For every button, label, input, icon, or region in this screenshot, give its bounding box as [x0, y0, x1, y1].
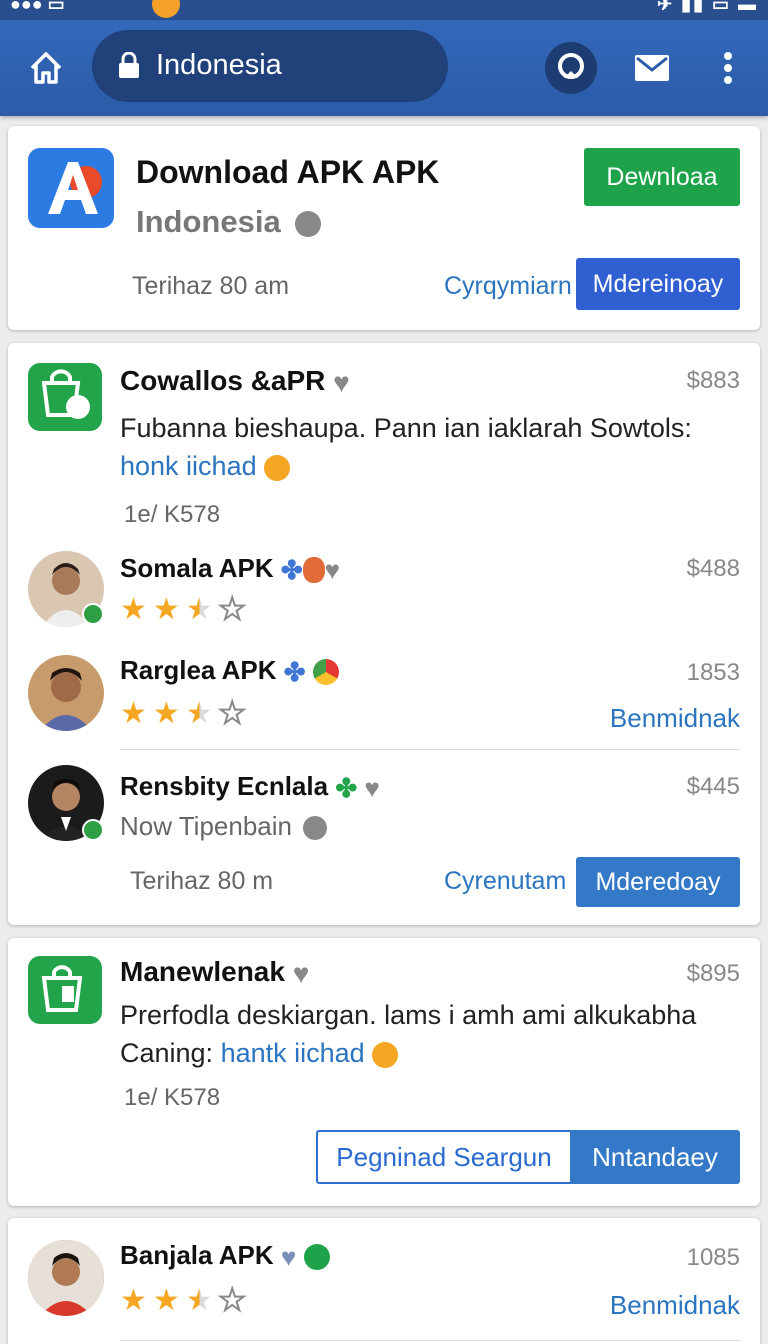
star-half-icon: ★ [185, 593, 213, 626]
app-item-subtitle-text: Now Tipenbain [120, 811, 292, 841]
app-item-title: Somala APK ✤ ♥ [120, 553, 340, 586]
featured-app-subtitle: Indonesia [136, 204, 322, 240]
shop-bag-icon [28, 956, 102, 1024]
notification-icon [152, 0, 180, 18]
green-clover-icon: ✤ [335, 772, 358, 803]
app-item-price: 1853 [686, 659, 740, 686]
lock-icon [119, 52, 139, 78]
promo-meta: 1e/ K578 [124, 1084, 221, 1111]
heart-icon: ♥ [280, 1241, 297, 1272]
star-full-icon: ★ [120, 1284, 147, 1317]
star-empty-icon: ★ [218, 697, 247, 730]
app-title-text: Banjala APK [120, 1240, 274, 1270]
star-full-icon: ★ [120, 697, 147, 730]
app-item-title: Rensbity Ecnlala ✤ ♥ [120, 771, 380, 804]
download-link[interactable]: Benmidnak [610, 1290, 740, 1321]
featured-action-button[interactable]: Mdereinoay [576, 258, 740, 310]
feed-link[interactable]: honk iichad [120, 451, 291, 482]
feed-link-text[interactable]: honk iichad [120, 451, 257, 481]
featured-app-meta: Terihaz 80 am [132, 272, 290, 300]
heart-icon: ♥ [364, 772, 380, 803]
primary-button[interactable]: Nntandaey [570, 1130, 740, 1184]
feed-title: Cowallos &aPR ♥ [120, 365, 350, 399]
heart-shield-icon: ♥ [333, 366, 350, 398]
app-store-icon [28, 148, 114, 228]
address-bar[interactable]: Indonesia [92, 30, 448, 102]
featured-app-region: Indonesia [136, 204, 281, 239]
star-full-icon: ★ [120, 593, 147, 626]
app-item-title-text: Somala APK [120, 553, 274, 583]
promo-link[interactable]: hantk iichad [221, 1038, 365, 1068]
chrome-icon [312, 659, 339, 686]
feed-meta: 1e/ K578 [124, 501, 221, 528]
star-full-icon: ★ [152, 697, 180, 730]
download-link[interactable]: Benmidnak [610, 703, 740, 734]
avatar[interactable] [28, 655, 104, 731]
globe-icon [303, 816, 328, 841]
featured-app-title: Download APK APK [136, 154, 440, 190]
star-full-icon: ★ [152, 1284, 180, 1317]
divider [120, 749, 740, 750]
shield-check-icon [303, 1244, 330, 1271]
app-card: Banjala APK ♥ 1085 ★ ★ ★ ★ Benmidnak [8, 1218, 760, 1344]
app-item-title-text: Rensbity Ecnlala [120, 771, 329, 801]
featured-secondary-link[interactable]: Cyrqymiarn [444, 272, 572, 301]
promo-title-text: Manewlenak [120, 956, 285, 987]
secondary-link[interactable]: Cyrenutam [444, 867, 566, 896]
app-title: Banjala APK ♥ [120, 1240, 330, 1273]
promo-title: Manewlenak ♥ [120, 956, 309, 990]
url-text: Indonesia [156, 49, 282, 81]
surprised-emoji-icon [264, 454, 291, 481]
secondary-button[interactable]: Pegninad Seargun [316, 1130, 572, 1184]
app-item-title-text: Rarglea APK [120, 655, 277, 685]
home-icon[interactable] [26, 48, 66, 88]
feed-card: Cowallos &aPR ♥ $883 Fubanna bieshaupa. … [8, 343, 760, 925]
clover-icon: ✤ [280, 554, 303, 585]
avatar[interactable] [28, 1240, 104, 1316]
star-half-icon: ★ [185, 697, 213, 730]
heart-icon: ♥ [292, 957, 310, 989]
clover-icon: ✤ [283, 656, 306, 687]
lens-icon[interactable] [545, 42, 597, 94]
shop-bag-icon [28, 363, 102, 431]
status-icons: ✈ ▮▮ ▭ ▬ [657, 0, 758, 14]
featured-app-card: Download APK APK Indonesia Terihaz 80 am… [8, 126, 760, 330]
status-bar: ●●● ▭ ✈ ▮▮ ▭ ▬ [0, 0, 768, 20]
promo-card: Manewlenak ♥ $895 Prerfodla deskiargan. … [8, 938, 760, 1206]
app-item-subtitle: Now Tipenbain [120, 811, 328, 842]
star-empty-icon: ★ [218, 1284, 247, 1317]
app-item-title: Rarglea APK ✤ [120, 655, 339, 688]
promo-description: Prerfodla deskiargan. lams i amh ami alk… [120, 1000, 697, 1030]
mail-icon[interactable] [634, 54, 670, 82]
browser-toolbar: Indonesia [0, 20, 768, 116]
promo-desc-prefix: Caning: [120, 1038, 221, 1068]
verified-badge-icon [82, 603, 104, 625]
more-vert-icon[interactable] [716, 50, 740, 86]
app-item-price: $488 [686, 555, 740, 582]
app-item-price: $445 [686, 773, 740, 800]
app-item-meta: Terihaz 80 m [130, 867, 274, 895]
promo-price: $895 [686, 960, 740, 987]
star-full-icon: ★ [152, 593, 180, 626]
feed-description: Fubanna bieshaupa. Pann ian iaklarah Sow… [120, 413, 692, 443]
download-button[interactable]: Dewnloaa [584, 148, 740, 206]
app-price: 1085 [686, 1244, 740, 1271]
action-button[interactable]: Mderedoay [576, 857, 740, 907]
star-half-icon: ★ [185, 1284, 213, 1317]
star-empty-icon: ★ [218, 593, 247, 626]
divider [120, 1340, 740, 1341]
rating-stars: ★ ★ ★ ★ [120, 593, 247, 626]
verified-badge-icon [82, 819, 104, 841]
carrier-icon: ●●● ▭ [10, 0, 65, 14]
feed-title-text: Cowallos &aPR [120, 365, 326, 396]
mask-emoji-icon [302, 557, 325, 584]
feed-price: $883 [686, 367, 740, 394]
globe-icon [295, 210, 322, 237]
promo-description-2: Caning: hantk iichad [120, 1038, 399, 1069]
heart-icon: ♥ [324, 554, 341, 585]
surprised-emoji-icon [372, 1041, 399, 1068]
rating-stars: ★ ★ ★ ★ [120, 1284, 247, 1317]
rating-stars: ★ ★ ★ ★ [120, 697, 247, 730]
